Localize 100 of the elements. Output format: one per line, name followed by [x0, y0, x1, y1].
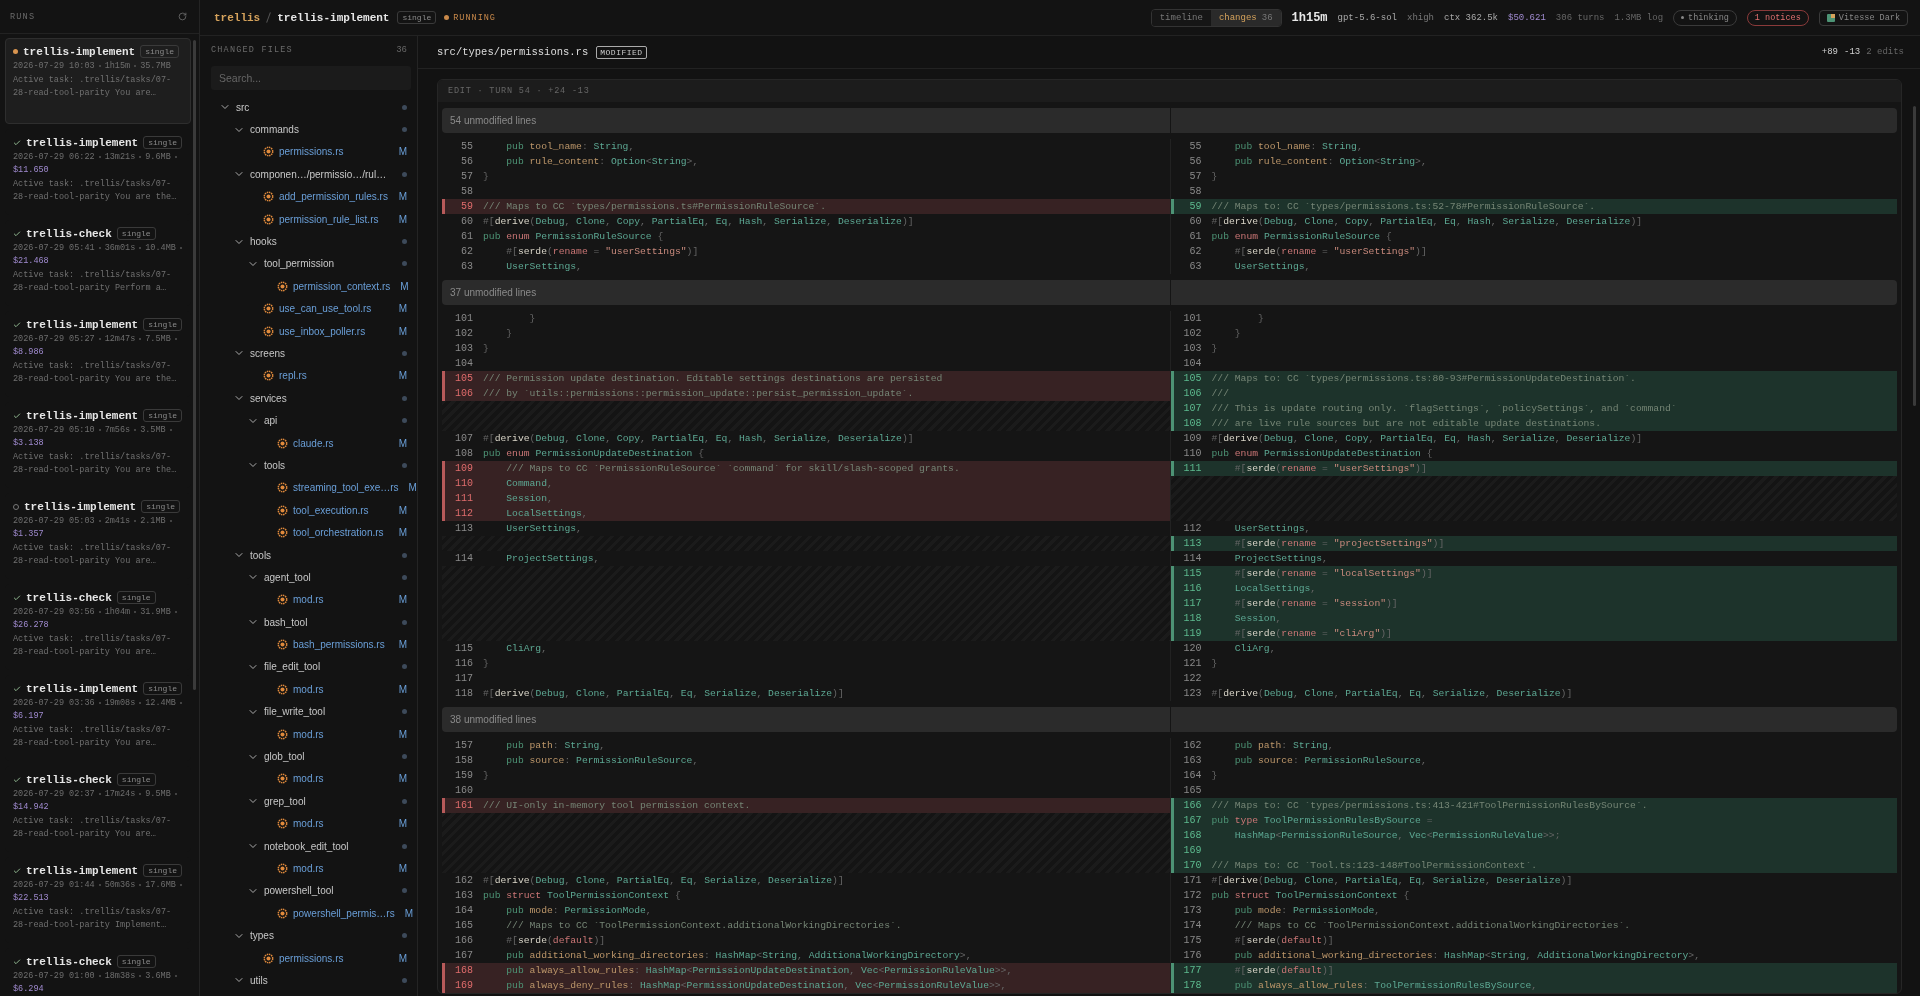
folder-name[interactable]: bash_tool [264, 616, 308, 628]
folder-name[interactable]: tools [264, 459, 286, 471]
folder-name[interactable]: src [236, 101, 250, 113]
check-icon [13, 684, 21, 693]
run-card[interactable]: trellis-implement single 2026-07-29 10:03 1h15m 35.7MB Active task: .trellis/tasks/07-28-read-tool-parity You are… [5, 38, 191, 124]
mode-badge: single [116, 227, 156, 240]
code-text: /// Maps to CC `types/permissions.ts#PermissionRuleSource`. [483, 201, 826, 212]
code-text: pub always_deny_rules: HashMap<PermissionUpdateDestination, Vec<PermissionRuleValue>>, [505, 980, 1007, 991]
file-name[interactable]: bash_permissions.rs [293, 639, 385, 651]
folder-name[interactable]: services [250, 392, 287, 404]
check-icon [13, 957, 21, 966]
code-text: #[derive(Debug, Clone, PartialEq, Eq, Serialize, Deserialize)] [483, 688, 844, 699]
folder-name[interactable]: tool_permission [264, 258, 335, 270]
file-name[interactable]: mod.rs [293, 862, 324, 874]
folder-name[interactable]: commands [250, 124, 299, 136]
modified-status: M [398, 594, 407, 606]
code-text: /// are live rule sources but are not editable update destinations. [1211, 418, 1601, 429]
line-number: 104 [1182, 358, 1203, 369]
cog-icon [277, 818, 288, 830]
code-text: } [483, 658, 489, 669]
expand-lines-bar[interactable]: 37 unmodified lines [442, 280, 1170, 305]
file-name[interactable]: add_permission_rules.rs [279, 191, 388, 203]
folder-name[interactable]: tools [250, 549, 272, 561]
file-name[interactable]: permission_context.rs [293, 280, 391, 292]
folder-name[interactable]: componen…/permissio…/rul… [250, 168, 387, 180]
folder-name[interactable]: utils [250, 974, 268, 986]
code-text: } [483, 171, 489, 182]
expand-lines-bar[interactable]: 38 unmodified lines [442, 707, 1170, 732]
file-name[interactable]: powershell_permis…rs [293, 907, 395, 919]
folder-name[interactable]: file_edit_tool [264, 661, 321, 673]
file-name[interactable]: streaming_tool_exe…rs [293, 482, 399, 494]
line-number: 108 [454, 448, 474, 459]
search-field[interactable]: Search... [211, 66, 411, 90]
folder-name[interactable]: agent_tool [264, 571, 311, 583]
file-name[interactable]: use_inbox_poller.rs [279, 325, 366, 337]
code-text: pub always_allow_rules: ToolPermissionRulesBySource, [1233, 980, 1538, 991]
folder-name[interactable]: grep_tool [264, 795, 306, 807]
folder-name[interactable]: glob_tool [264, 751, 305, 762]
file-name[interactable]: mod.rs [293, 728, 324, 740]
expand-lines-bar[interactable]: 54 unmodified lines [442, 108, 1170, 133]
modified-status: M [398, 146, 407, 158]
code-text: LocalSettings, [1233, 583, 1317, 594]
file-name[interactable]: permissions.rs [279, 146, 344, 158]
file-name[interactable]: tool_execution.rs [293, 504, 369, 516]
code-text: pub mode: PermissionMode, [1233, 905, 1381, 916]
line-number: 103 [1182, 343, 1203, 354]
line-number: 169 [454, 980, 474, 991]
line-number: 164 [454, 905, 474, 916]
project-name[interactable]: trellis [214, 11, 261, 24]
file-path: src/types/permissions.rs [437, 46, 589, 58]
status-dot [402, 709, 407, 715]
line-number: 121 [1182, 658, 1203, 669]
line-number: 171 [1182, 875, 1203, 886]
file-name[interactable]: mod.rs [293, 773, 324, 785]
folder-name[interactable]: powershell_tool [264, 885, 334, 897]
task-summary: Active task: .trellis/tasks/07-28-read-tool-parity You are… [13, 633, 173, 659]
refresh-icon[interactable] [178, 12, 187, 21]
folder-name[interactable]: types [250, 930, 274, 942]
turn-count: 306 turns [1555, 12, 1605, 23]
theme-button[interactable]: Vitesse Dark [1818, 9, 1908, 26]
folder-name[interactable]: hooks [250, 236, 277, 248]
modified-status: M [398, 370, 407, 382]
line-number: 167 [454, 950, 474, 961]
file-name[interactable]: repl.rs [279, 370, 307, 382]
file-name[interactable]: permission_rule_list.rs [279, 213, 379, 225]
task-summary: Active task: .trellis/tasks/07-28-read-tool-parity You are… [13, 74, 173, 100]
code-text: #[derive(Debug, Clone, Copy, PartialEq, Eq, Hash, Serialize, Deserialize)] [483, 216, 914, 227]
total-cost: $50.621 [1508, 12, 1546, 23]
code-text: ProjectSettings, [1233, 553, 1328, 564]
folder-name[interactable]: file_write_tool [264, 706, 326, 718]
run-name: trellis-check [26, 227, 112, 240]
code-text: } [528, 313, 536, 324]
line-number: 157 [454, 740, 474, 751]
code-text: #[derive(Debug, Clone, Copy, PartialEq, Eq, Hash, Serialize, Deserialize)] [1211, 433, 1643, 444]
run-meta: 2026-07-29 01:00 [13, 971, 95, 981]
code-text: CliArg, [505, 643, 547, 654]
file-name[interactable]: mod.rs [293, 818, 324, 830]
line-number: 111 [1182, 463, 1203, 474]
folder-name[interactable]: screens [250, 348, 285, 359]
file-name[interactable]: mod.rs [293, 683, 324, 695]
line-number: 107 [454, 433, 474, 444]
scrollbar-thumb[interactable] [1913, 106, 1916, 406]
file-name[interactable]: claude.rs [293, 437, 334, 449]
scrollbar-thumb[interactable] [193, 40, 196, 690]
mode-badge: single [143, 136, 183, 149]
view-tab[interactable]: changes 36 [1210, 9, 1281, 26]
file-name[interactable]: mod.rs [293, 594, 324, 606]
modified-status: M [398, 683, 407, 695]
status-dot [402, 462, 407, 468]
run-cost: $21.468 [13, 256, 49, 266]
file-name[interactable]: use_can_use_tool.rs [279, 303, 372, 315]
folder-name[interactable]: notebook_edit_tool [264, 840, 349, 852]
line-number: 56 [1188, 156, 1203, 167]
code-text: pub enum PermissionRuleSource { [483, 231, 664, 242]
folder-name[interactable]: api [264, 415, 278, 427]
file-name[interactable]: permissions.rs [279, 952, 344, 964]
file-name[interactable]: tool_orchestration.rs [293, 527, 384, 539]
line-number: 106 [1182, 388, 1203, 399]
code-text: UserSettings, [1233, 261, 1311, 272]
line-number: 63 [460, 261, 474, 272]
